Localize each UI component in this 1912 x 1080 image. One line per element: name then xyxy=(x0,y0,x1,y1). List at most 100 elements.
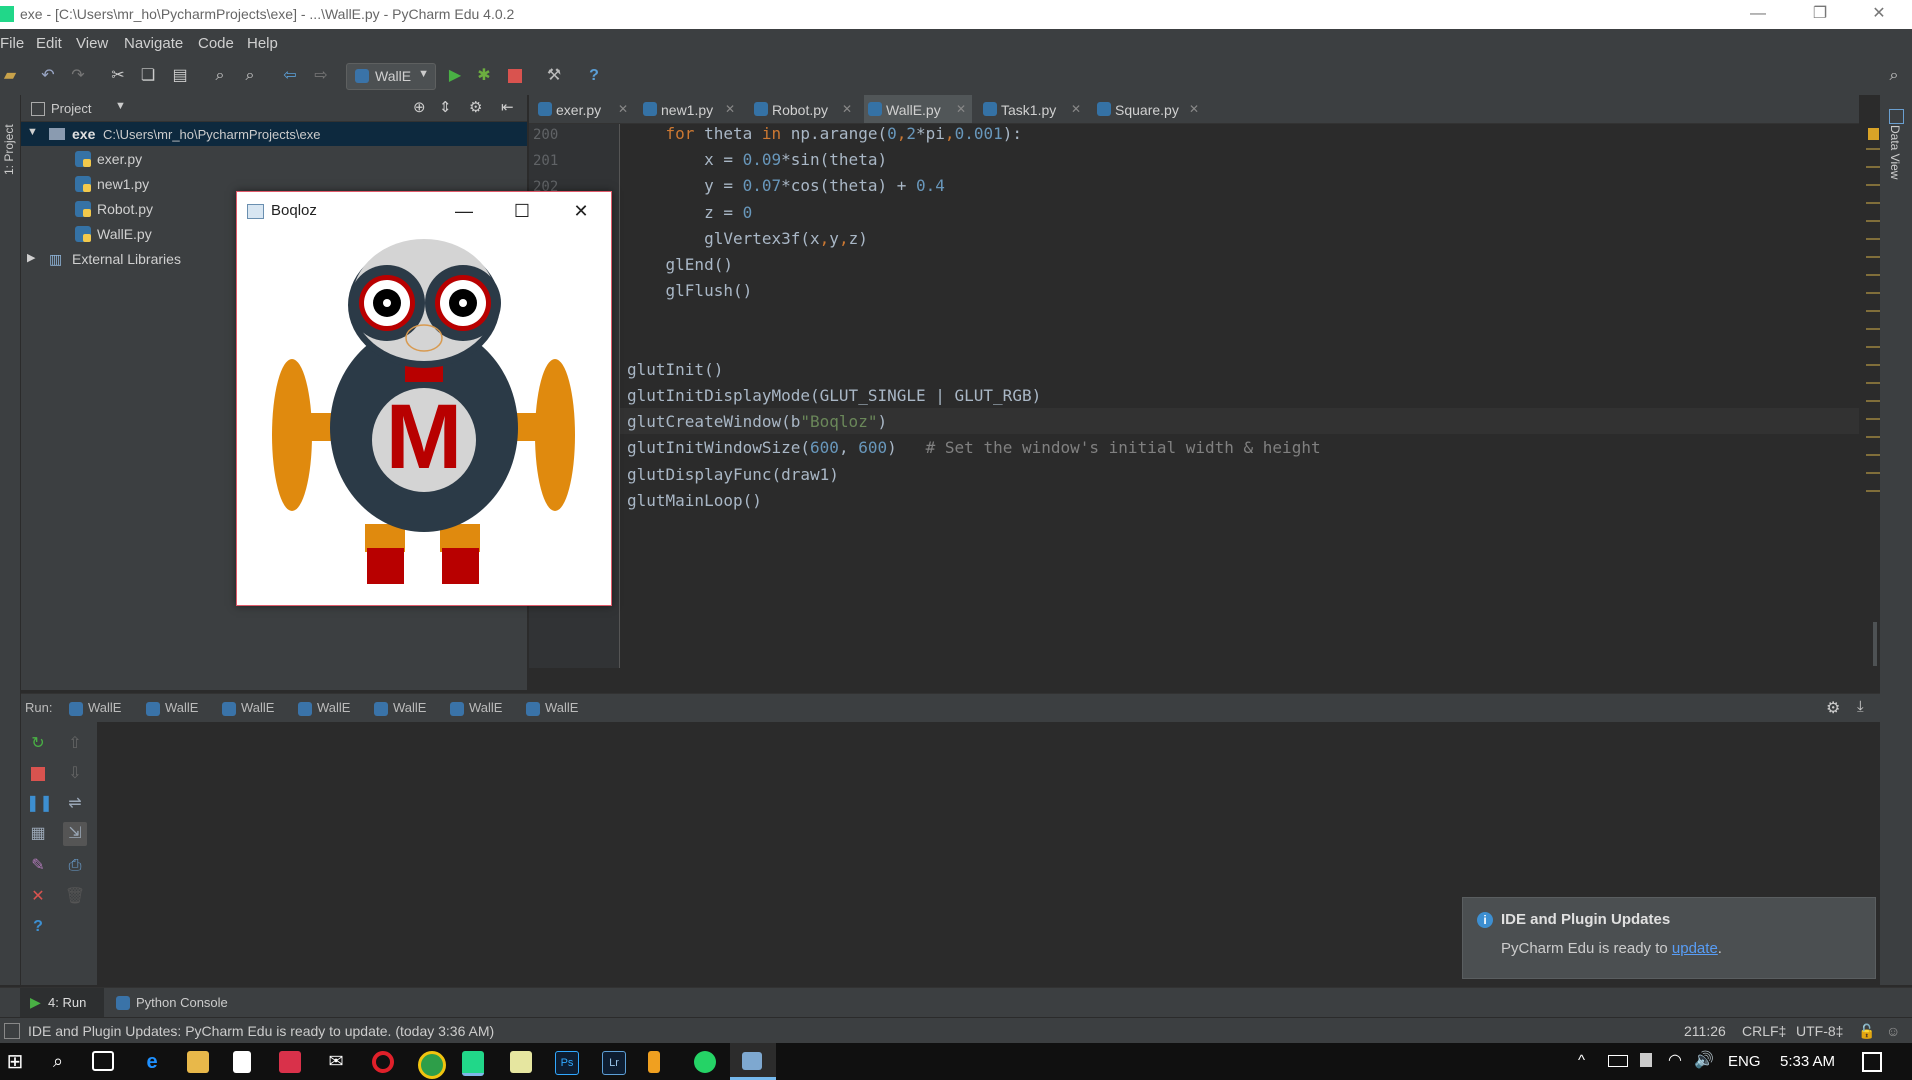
replace-icon[interactable]: ⌕ xyxy=(240,66,260,86)
notification-balloon[interactable]: i IDE and Plugin Updates PyCharm Edu is … xyxy=(1462,897,1876,979)
lock-icon[interactable]: 🔓 xyxy=(1858,1023,1875,1040)
close-tab-icon[interactable]: ✕ xyxy=(1071,102,1081,116)
printer-icon[interactable] xyxy=(1640,1053,1652,1067)
pin-icon[interactable]: ✎ xyxy=(26,854,50,878)
code-line[interactable]: glutInitWindowSize(600, 600) # Set the w… xyxy=(627,438,1321,457)
trash-icon[interactable]: 🗑 xyxy=(63,885,87,909)
lightroom-icon[interactable]: Lr xyxy=(602,1051,626,1075)
code-line[interactable]: x = 0.09*sin(theta) xyxy=(627,150,887,169)
expand-icon[interactable]: ▼ xyxy=(27,126,38,138)
scroll-thumb[interactable] xyxy=(1873,622,1877,666)
dump-threads-icon[interactable]: ▦ xyxy=(26,822,50,846)
gear-icon[interactable]: ⚙ xyxy=(1826,698,1840,718)
code-line[interactable]: glutDisplayFunc(draw1) xyxy=(627,465,839,484)
collapse-icon[interactable]: ⇕ xyxy=(439,98,452,116)
editor-scrollbar[interactable] xyxy=(1859,124,1879,668)
task-view-icon[interactable] xyxy=(92,1051,114,1071)
volume-icon[interactable]: 🔊 xyxy=(1694,1050,1714,1070)
tab-exer[interactable]: exer.py ✕ xyxy=(534,95,632,123)
action-center-icon[interactable] xyxy=(1862,1052,1882,1072)
opera-icon[interactable] xyxy=(372,1051,394,1073)
line-separator[interactable]: CRLF‡ xyxy=(1742,1023,1786,1039)
project-header-label[interactable]: Project xyxy=(51,101,91,116)
gear-icon[interactable]: ⚙ xyxy=(469,98,482,116)
windows-start-icon[interactable]: ⊞ xyxy=(4,1051,26,1073)
stop-icon[interactable] xyxy=(26,762,50,786)
code-line[interactable]: for theta in np.arange(0,2*pi,0.001): xyxy=(627,124,1022,143)
code-line[interactable]: y = 0.07*cos(theta) + 0.4 xyxy=(627,176,945,195)
clock[interactable]: 5:33 AM xyxy=(1780,1053,1835,1070)
python-console-tab[interactable]: Python Console xyxy=(112,988,242,1018)
close-button[interactable]: ✕ xyxy=(1856,0,1902,29)
help-icon[interactable]: ? xyxy=(584,66,604,86)
chrome-icon[interactable] xyxy=(418,1051,446,1079)
code-line[interactable]: glutMainLoop() xyxy=(627,491,762,510)
rerun-icon[interactable]: ↻ xyxy=(26,732,50,756)
store-icon[interactable] xyxy=(233,1051,251,1073)
update-link[interactable]: update xyxy=(1672,940,1718,957)
open-folder-icon[interactable]: ▰ xyxy=(0,66,20,86)
cut-icon[interactable]: ✂ xyxy=(108,66,128,86)
inspector-icon[interactable]: ☺ xyxy=(1886,1023,1900,1039)
menu-help[interactable]: Help xyxy=(247,35,278,52)
code-line[interactable]: glEnd() xyxy=(627,255,733,274)
help-icon[interactable]: ? xyxy=(26,915,50,939)
run-tab[interactable]: WallE xyxy=(222,700,274,716)
expand-icon[interactable]: ▶ xyxy=(27,251,35,264)
menu-view[interactable]: View xyxy=(76,35,108,52)
minimize-button[interactable]: — xyxy=(1735,0,1781,29)
code-line[interactable]: glutInit() xyxy=(627,360,723,379)
search-everywhere-icon[interactable]: ⌕ xyxy=(1884,66,1904,86)
project-tool-tab[interactable]: 1: Project xyxy=(2,105,16,175)
tree-file-item[interactable]: exer.py xyxy=(21,147,527,171)
code-line[interactable]: glVertex3f(x,y,z) xyxy=(627,229,868,248)
tool-windows-icon[interactable] xyxy=(4,1023,20,1039)
run-tab[interactable]: WallE xyxy=(298,700,350,716)
battery-icon[interactable] xyxy=(1608,1055,1628,1067)
close-tab-icon[interactable]: ✕ xyxy=(618,102,628,116)
run-tool-tab[interactable]: ▶ 4: Run xyxy=(20,988,104,1018)
hide-panel-icon[interactable]: ⇤ xyxy=(501,98,514,116)
tab-square[interactable]: Square.py ✕ xyxy=(1093,95,1205,123)
scroll-to-end-icon[interactable]: ⇲ xyxy=(63,822,87,846)
find-icon[interactable]: ⌕ xyxy=(210,66,230,86)
menu-code[interactable]: Code xyxy=(198,35,234,52)
back-icon[interactable]: ⇦ xyxy=(280,66,300,86)
close-icon[interactable]: ✕ xyxy=(26,885,50,909)
gift-app-icon[interactable] xyxy=(279,1051,301,1073)
close-tab-icon[interactable]: ✕ xyxy=(725,102,735,116)
run-tab[interactable]: WallE xyxy=(450,700,502,716)
run-icon[interactable]: ▶ xyxy=(445,66,465,86)
down-icon[interactable]: ⇩ xyxy=(63,762,87,786)
menu-edit[interactable]: Edit xyxy=(36,35,62,52)
photoshop-icon[interactable]: Ps xyxy=(555,1051,579,1075)
tab-new1[interactable]: new1.py ✕ xyxy=(639,95,739,123)
glut-window[interactable]: Boqloz — ☐ ✕ M xyxy=(236,191,612,606)
notepad-icon[interactable] xyxy=(510,1051,532,1073)
forward-icon[interactable]: ⇨ xyxy=(311,66,331,86)
menu-file[interactable]: File xyxy=(0,35,24,52)
run-tab[interactable]: WallE xyxy=(146,700,198,716)
paste-icon[interactable]: ▤ xyxy=(170,66,190,86)
settings-tools-icon[interactable]: ⚒ xyxy=(544,66,564,86)
tree-root-exe[interactable]: ▼ exe C:\Users\mr_ho\PycharmProjects\exe xyxy=(21,122,527,146)
cursor-position[interactable]: 211:26 xyxy=(1684,1023,1726,1039)
minimize-panel-icon[interactable]: ⤓ xyxy=(1857,698,1864,715)
language-indicator[interactable]: ENG xyxy=(1728,1053,1761,1070)
soft-wrap-icon[interactable]: ⇌ xyxy=(63,792,87,816)
copy-icon[interactable]: ❏ xyxy=(138,66,158,86)
pycharm-icon[interactable] xyxy=(462,1051,484,1076)
wifi-icon[interactable]: ◠ xyxy=(1668,1050,1682,1070)
redo-icon[interactable]: ↷ xyxy=(68,66,88,86)
tab-robot[interactable]: Robot.py ✕ xyxy=(750,95,858,123)
restore-button[interactable]: ❐ xyxy=(1797,0,1843,29)
menu-navigate[interactable]: Navigate xyxy=(124,35,183,52)
close-tab-icon[interactable]: ✕ xyxy=(1189,102,1199,116)
close-tab-icon[interactable]: ✕ xyxy=(956,102,966,116)
close-tab-icon[interactable]: ✕ xyxy=(842,102,852,116)
run-tab[interactable]: WallE xyxy=(374,700,426,716)
tab-task1[interactable]: Task1.py ✕ xyxy=(979,95,1087,123)
run-tab[interactable]: WallE xyxy=(69,700,121,716)
debug-icon[interactable]: ✱ xyxy=(474,66,494,86)
locate-icon[interactable]: ⊕ xyxy=(413,98,426,116)
